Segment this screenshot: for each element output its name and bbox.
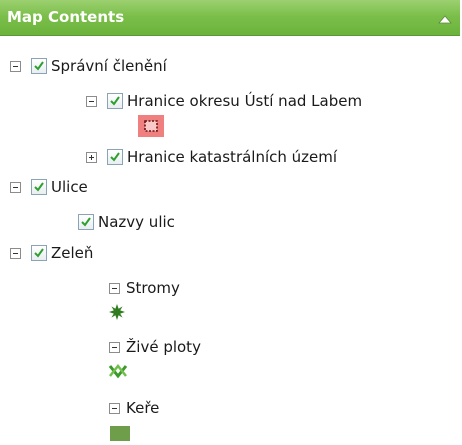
- tree-node-ulice[interactable]: Ulice: [10, 177, 88, 197]
- layer-checkbox[interactable]: [31, 245, 47, 261]
- layer-checkbox[interactable]: [78, 214, 94, 230]
- checkmark-icon: [34, 182, 44, 192]
- tree-node-zelen[interactable]: Zeleň: [10, 243, 93, 263]
- legend-group-label: Živé ploty: [126, 338, 201, 356]
- layer-checkbox[interactable]: [107, 93, 123, 109]
- collapse-node-icon[interactable]: [10, 60, 21, 72]
- map-contents-header: Map Contents: [0, 0, 460, 36]
- checkmark-icon: [110, 152, 120, 162]
- layer-checkbox[interactable]: [31, 58, 47, 74]
- tree-node-hranice-okresu[interactable]: Hranice okresu Ústí nad Labem: [86, 91, 362, 111]
- shrub-symbol: [110, 426, 130, 445]
- checkmark-icon: [34, 248, 44, 258]
- triangle-up-icon: [438, 15, 452, 24]
- tree-symbol: [108, 303, 126, 325]
- collapse-node-icon[interactable]: [109, 402, 120, 414]
- layer-checkbox[interactable]: [31, 179, 47, 195]
- tree-node-hranice-katastralnich[interactable]: Hranice katastrálních území: [86, 147, 337, 167]
- checkmark-icon: [110, 96, 120, 106]
- legend-group-label: Keře: [126, 399, 160, 417]
- collapse-node-icon[interactable]: [10, 247, 21, 259]
- tree-node-label: Hranice okresu Ústí nad Labem: [127, 92, 363, 110]
- tree-node-nazvy-ulic[interactable]: Nazvy ulic: [78, 212, 175, 232]
- tree-node-label: Nazvy ulic: [98, 213, 175, 231]
- tree-node-label: Zeleň: [51, 244, 94, 262]
- expand-node-icon[interactable]: [86, 151, 97, 163]
- tree-node-label: Správní členění: [51, 57, 167, 75]
- legend-group-label: Stromy: [126, 279, 180, 297]
- legend-group-zive-ploty[interactable]: Živé ploty: [109, 337, 201, 357]
- panel-title: Map Contents: [7, 8, 125, 26]
- tree-node-label: Hranice katastrálních území: [127, 148, 338, 166]
- layer-checkbox[interactable]: [107, 149, 123, 165]
- checkmark-icon: [34, 61, 44, 71]
- collapse-panel-button[interactable]: [436, 11, 454, 27]
- legend-group-stromy[interactable]: Stromy: [109, 278, 180, 298]
- collapse-node-icon[interactable]: [109, 341, 120, 353]
- hedge-symbol: [108, 363, 128, 383]
- collapse-node-icon[interactable]: [10, 181, 21, 193]
- red-dashed-polygon-symbol: [138, 115, 164, 141]
- tree-node-spravni-cleneni[interactable]: Správní členění: [10, 56, 167, 76]
- checkmark-icon: [81, 217, 91, 227]
- collapse-node-icon[interactable]: [86, 95, 97, 107]
- collapse-node-icon[interactable]: [109, 282, 120, 294]
- tree-node-label: Ulice: [51, 178, 88, 196]
- legend-group-kere[interactable]: Keře: [109, 398, 159, 418]
